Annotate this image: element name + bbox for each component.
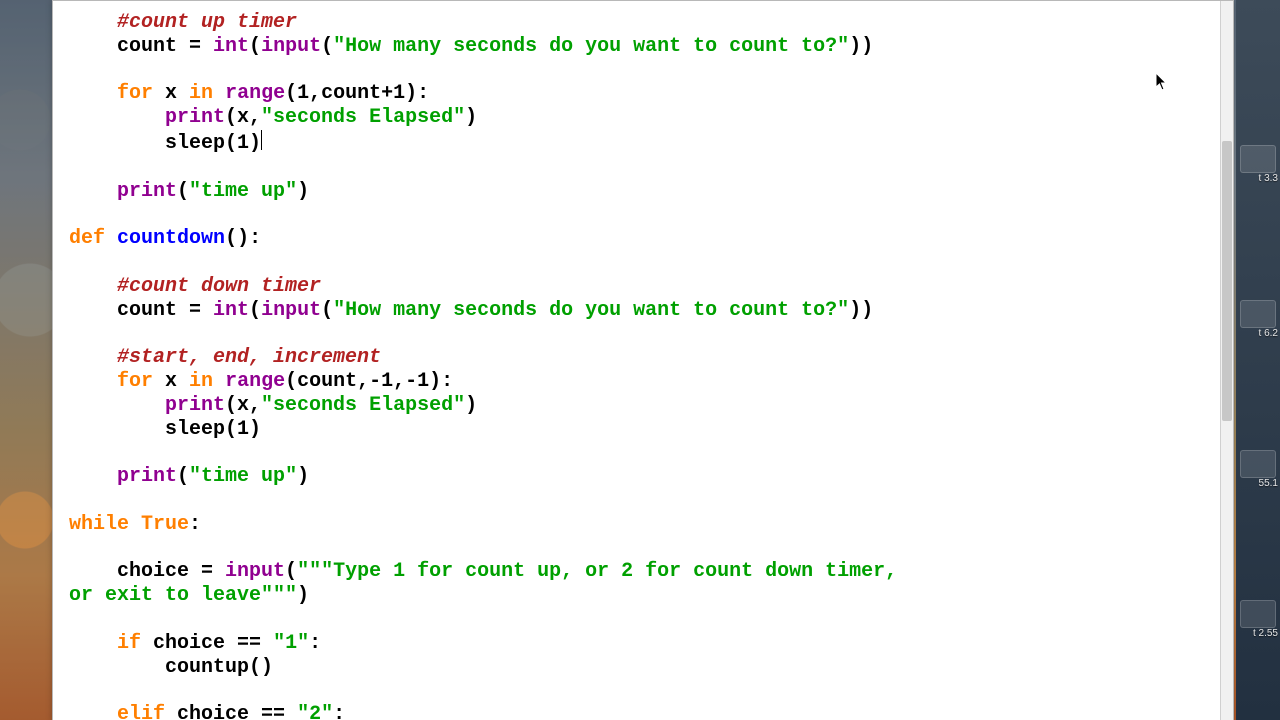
screenshot-thumbnail[interactable]	[1240, 600, 1276, 628]
screenshot-thumbnail-label: t 6.2	[1238, 328, 1278, 339]
text-caret	[261, 130, 262, 150]
screenshot-thumbnail-label: t 3.3	[1238, 173, 1278, 184]
screenshot-thumbnail[interactable]	[1240, 145, 1276, 173]
vertical-scrollbar[interactable]	[1220, 1, 1233, 720]
screenshot-thumbnail-label: 55.1	[1238, 478, 1278, 489]
desktop-background: #count up timer count = int(input("How m…	[0, 0, 1280, 720]
scrollbar-thumb[interactable]	[1222, 141, 1232, 421]
screenshot-thumbnail[interactable]	[1240, 450, 1276, 478]
code-editor-window: #count up timer count = int(input("How m…	[52, 0, 1234, 720]
screenshot-thumbnail-label: t 2.55	[1238, 628, 1278, 639]
desktop-right-strip: t 3.3 t 6.2 55.1 t 2.55	[1236, 0, 1280, 720]
code-content[interactable]: #count up timer count = int(input("How m…	[69, 1, 1221, 720]
screenshot-thumbnail[interactable]	[1240, 300, 1276, 328]
code-area[interactable]: #count up timer count = int(input("How m…	[53, 1, 1221, 720]
